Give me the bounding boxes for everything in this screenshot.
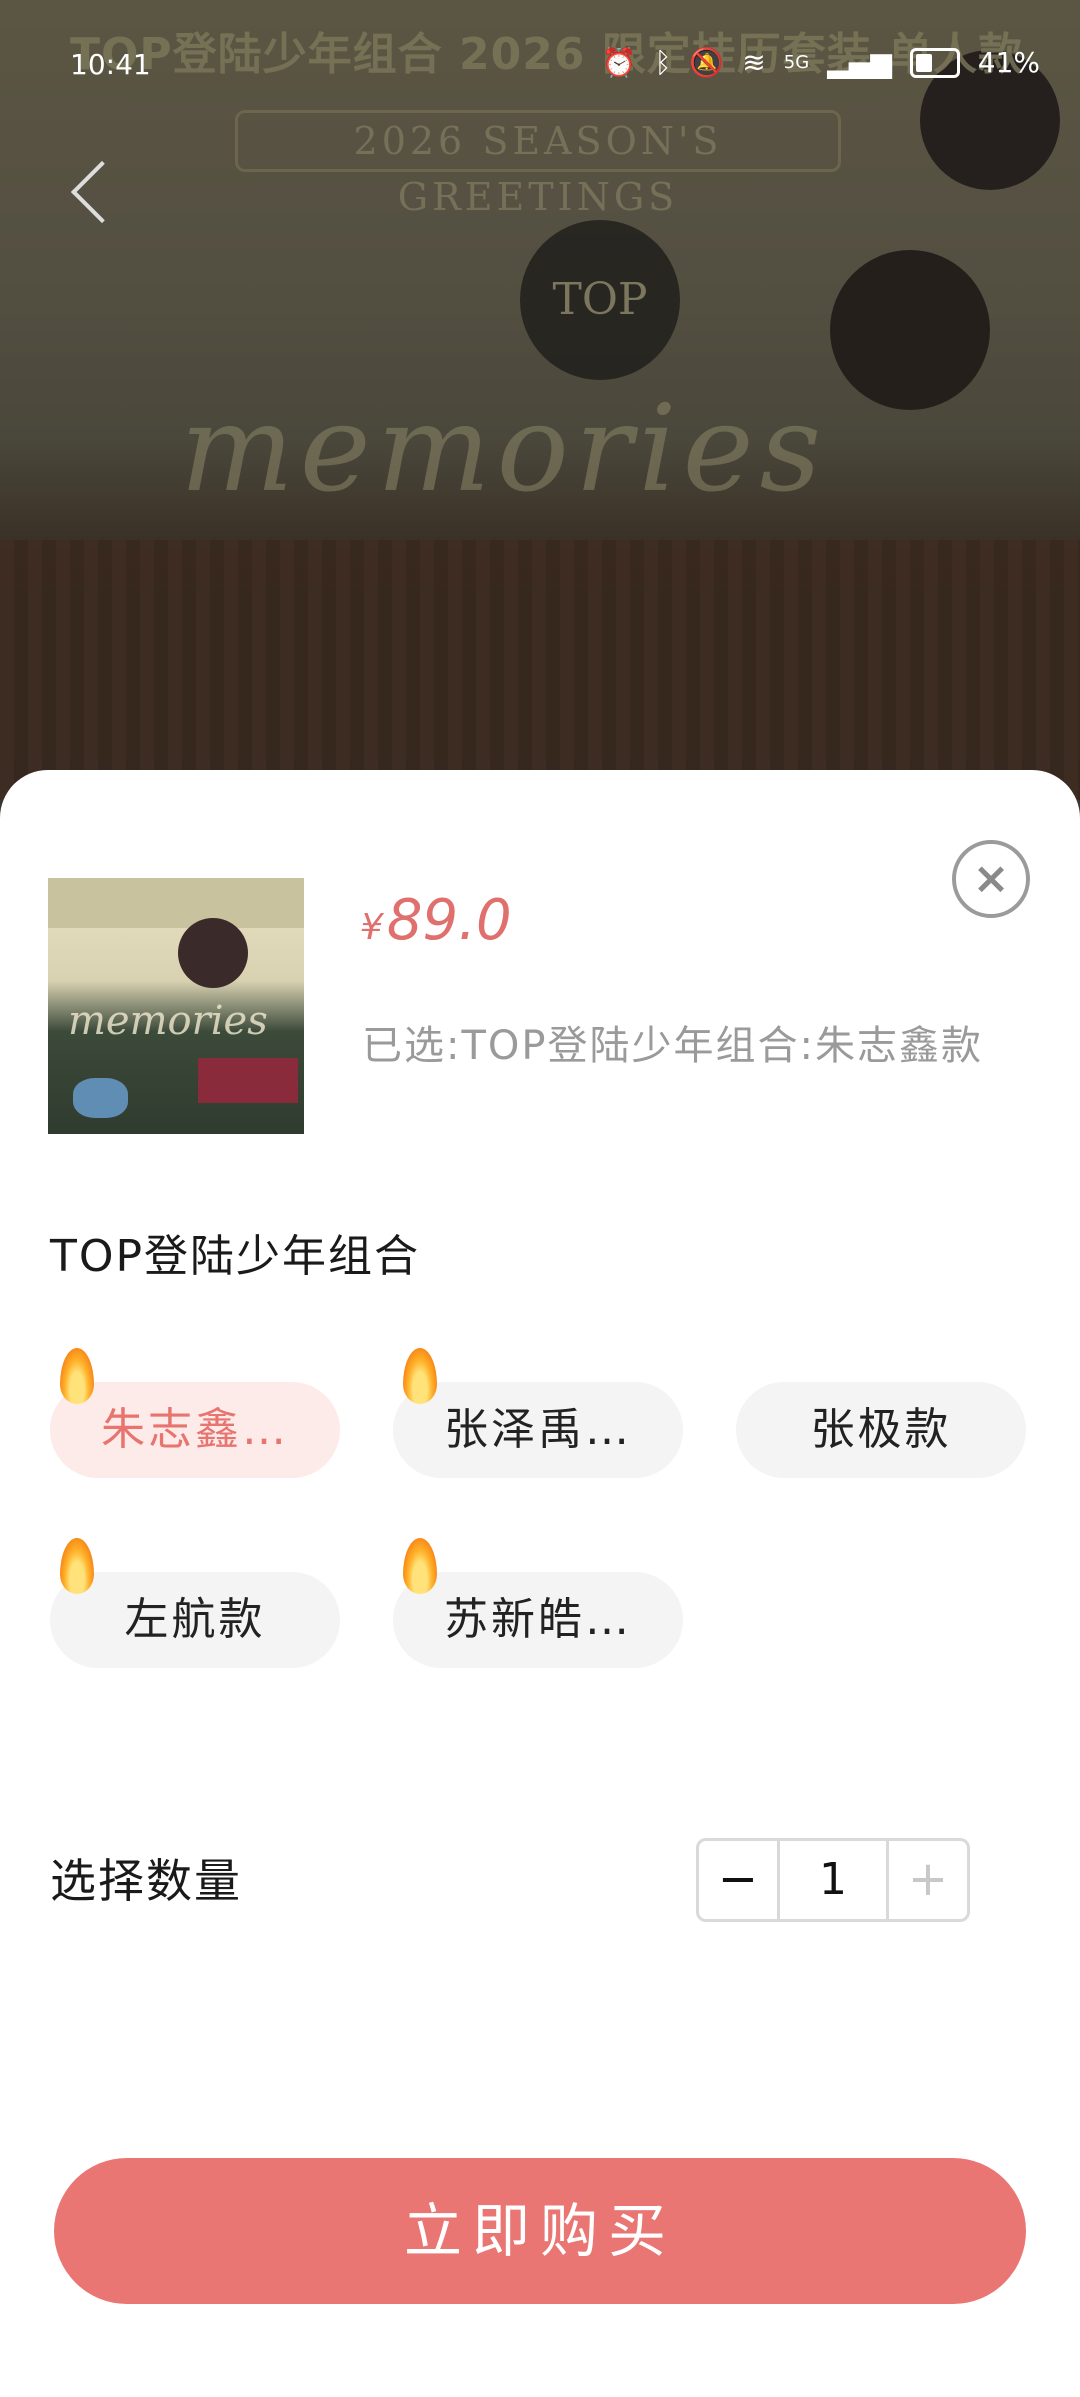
thumb-blue-shape [73,1078,128,1118]
network-type: 5G [783,52,810,73]
thumb-keyboard-shape [198,1058,298,1103]
quantity-value[interactable]: 1 [777,1841,889,1919]
status-icons: ⏰ ᛒ 🔕 ≋ 5G ▂▄▆ 41% [602,46,1040,79]
wifi-icon: ≋ [742,46,766,79]
hot-flame-icon [403,1348,437,1404]
battery-percent: 41% [977,46,1040,79]
thumb-devil-shape [178,918,248,988]
bluetooth-icon: ᛒ [654,46,672,79]
status-bar: 10:41 ⏰ ᛒ 🔕 ≋ 5G ▂▄▆ 41% [0,0,1080,130]
status-time: 10:41 [70,48,151,81]
variant-option-zhang-ji[interactable]: 张极款 [736,1382,1026,1478]
close-icon[interactable]: × [952,840,1030,918]
hot-flame-icon [60,1538,94,1594]
hot-flame-icon [403,1538,437,1594]
increase-button[interactable]: + [889,1841,967,1919]
variant-group-title: TOP登陆少年组合 [50,1231,421,1282]
price-currency: ¥ [360,907,383,948]
price: ¥89.0 [360,888,512,953]
alarm-icon: ⏰ [601,46,637,79]
product-thumbnail: memories [48,878,304,1134]
selected-variant-text: 已选:TOP登陆少年组合:朱志鑫款 [362,1023,983,1069]
battery-icon [909,47,960,78]
mute-icon: 🔕 [689,46,725,79]
sku-selection-sheet: memories ¥89.0 已选:TOP登陆少年组合:朱志鑫款 × TOP登陆… [0,770,1080,2397]
decrease-button[interactable]: − [699,1841,777,1919]
buy-now-button[interactable]: 立即购买 [54,2158,1026,2304]
quantity-label: 选择数量 [50,1854,242,1908]
quantity-stepper: − 1 + [696,1838,970,1922]
thumb-script: memories [68,998,268,1044]
signal-icon: ▂▄▆ [827,46,892,79]
price-value: 89.0 [386,888,512,953]
thumb-header-band [48,878,304,928]
hot-flame-icon [60,1348,94,1404]
